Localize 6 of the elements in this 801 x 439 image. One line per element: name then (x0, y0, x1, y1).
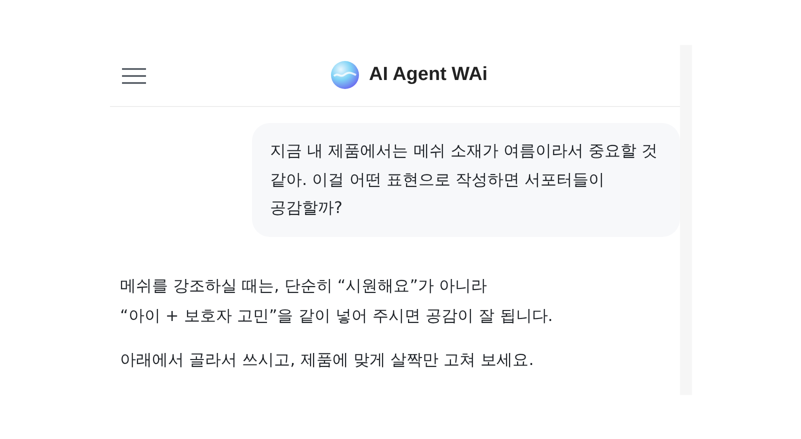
assistant-message-text: 메쉬를 강조하실 때는, 단순히 “시원해요”가 아니라 “아이 + 보호자 고민”을 같이 넣어 주시면 공감이 잘 됩니다. (120, 274, 554, 326)
app-title: AI Agent WAi (369, 64, 488, 86)
menu-icon[interactable] (122, 68, 146, 84)
logo-icon (331, 61, 359, 89)
assistant-message-text: 아래에서 골라서 쓰시고, 제품에 맞게 살짝만 고쳐 보세요. (120, 348, 535, 370)
user-message-bubble: 지금 내 제품에서는 메쉬 소재가 여름이라서 중요할 것 같아. 이걸 어떤 표현으로 작성하면 서포터들이 공감할까? (252, 123, 680, 236)
